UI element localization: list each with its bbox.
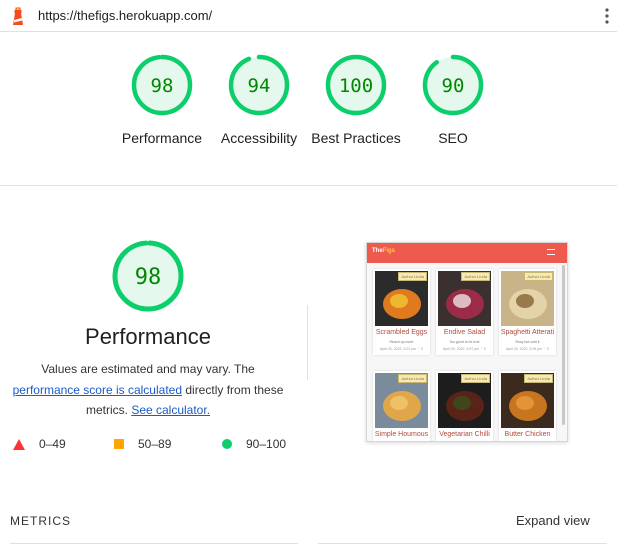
vertical-divider bbox=[307, 305, 308, 380]
score-label: SEO bbox=[438, 130, 468, 146]
recipe-title: Butter Chicken bbox=[504, 431, 551, 438]
gauge-ring: 90 bbox=[422, 54, 484, 116]
recipe-image: Author Linda bbox=[438, 373, 491, 428]
hamburger-icon bbox=[547, 249, 555, 255]
author-badge: Author Linda bbox=[398, 374, 427, 383]
recipe-card: Author LindaVegetarian ChilliTomato chil… bbox=[436, 371, 493, 441]
metrics-divider-right bbox=[318, 543, 607, 544]
triangle-icon bbox=[13, 438, 25, 450]
score-value: 94 bbox=[248, 75, 271, 97]
expand-view-button[interactable]: Expand view bbox=[516, 513, 590, 528]
author-badge: Author Linda bbox=[524, 374, 553, 383]
score-gauge-performance[interactable]: 98 Performance bbox=[112, 52, 212, 148]
legend-average: 50–89 bbox=[114, 437, 171, 451]
legend-range: 90–100 bbox=[246, 437, 287, 451]
recipe-image: Author Linda bbox=[438, 271, 491, 326]
metrics-heading: METRICS bbox=[10, 514, 71, 528]
performance-description: Values are estimated and may vary. The p… bbox=[10, 359, 286, 421]
performance-gauge-large: 98 bbox=[100, 236, 196, 316]
circle-icon bbox=[222, 439, 232, 449]
author-badge: Author Linda bbox=[398, 272, 427, 281]
author-badge: Author Linda bbox=[461, 272, 490, 281]
recipe-card: Author Linda Spaghetti Atterati Rosy but c… bbox=[499, 269, 556, 355]
site-header: TheFigs bbox=[367, 243, 567, 263]
score-value: 98 bbox=[151, 75, 174, 97]
gauge-ring: 100 bbox=[325, 54, 387, 116]
legend-pass: 90–100 bbox=[222, 437, 286, 451]
gauge-ring: 94 bbox=[228, 54, 290, 116]
recipe-title: Scrambled Eggs bbox=[375, 329, 428, 336]
score-label: Best Practices bbox=[311, 130, 401, 146]
page-screenshot-thumbnail[interactable]: TheFigs Author Linda Scrambled Eggs Reach … bbox=[366, 242, 568, 442]
author-badge: Author Linda bbox=[461, 374, 490, 383]
recipe-meta: April 20, 2022, 3:07 pm ♡ 0 bbox=[442, 347, 487, 351]
see-calculator-link[interactable]: See calculator. bbox=[131, 403, 210, 417]
performance-score: 98 bbox=[135, 265, 162, 290]
score-gauge-accessibility[interactable]: 94 Accessibility bbox=[209, 52, 309, 148]
recipe-card: Author Linda Endive Salad Too good to be t… bbox=[436, 269, 493, 355]
url-bar: https://thefigs.herokuapp.com/ bbox=[0, 0, 617, 32]
score-calculated-link[interactable]: performance score is calculated bbox=[13, 383, 182, 397]
recipe-image: Author Linda bbox=[501, 373, 554, 428]
recipe-title: Endive Salad bbox=[443, 329, 486, 336]
recipe-card: Author LindaButter ChickenCauliflower op… bbox=[499, 371, 556, 441]
score-value: 100 bbox=[339, 75, 373, 97]
page-url: https://thefigs.herokuapp.com/ bbox=[38, 8, 213, 23]
metrics-divider-left bbox=[10, 543, 298, 544]
gauge-ring: 98 bbox=[131, 54, 193, 116]
recipe-title: Spaghetti Atterati bbox=[500, 329, 555, 336]
description-text: Values are estimated and may vary. The bbox=[41, 362, 255, 376]
recipe-card: Author Linda Simple Houmous bbox=[373, 371, 430, 441]
recipe-meta: April 20, 2022, 3:01 pm ♡ 0 bbox=[379, 347, 424, 351]
recipe-image: Author Linda bbox=[501, 271, 554, 326]
section-divider bbox=[0, 185, 617, 186]
score-label: Performance bbox=[121, 130, 203, 146]
score-label: Accessibility bbox=[220, 130, 298, 146]
scrollbar bbox=[562, 265, 565, 425]
recipe-image: Author Linda bbox=[375, 271, 428, 326]
performance-heading: Performance bbox=[85, 324, 211, 349]
score-gauge-seo[interactable]: 90 SEO bbox=[403, 52, 503, 148]
recipe-meta: April 20, 2022, 3:09 pm ♡ 0 bbox=[505, 347, 550, 351]
recipe-card: Author Linda Scrambled Eggs Reach up more A… bbox=[373, 269, 430, 355]
legend-range: 0–49 bbox=[39, 437, 66, 451]
site-logo: TheFigs bbox=[372, 248, 396, 254]
recipe-image: Author Linda bbox=[375, 373, 428, 428]
lighthouse-icon bbox=[13, 7, 23, 25]
legend-fail: 0–49 bbox=[13, 437, 66, 451]
score-value: 90 bbox=[442, 75, 465, 97]
legend-range: 50–89 bbox=[138, 437, 172, 451]
recipe-title: Vegetarian Chilli bbox=[439, 431, 490, 438]
square-icon bbox=[114, 439, 124, 449]
author-badge: Author Linda bbox=[524, 272, 553, 281]
more-options-icon[interactable] bbox=[604, 8, 610, 24]
score-gauge-best-practices[interactable]: 100 Best Practices bbox=[306, 52, 406, 148]
recipe-title: Simple Houmous bbox=[374, 431, 429, 438]
